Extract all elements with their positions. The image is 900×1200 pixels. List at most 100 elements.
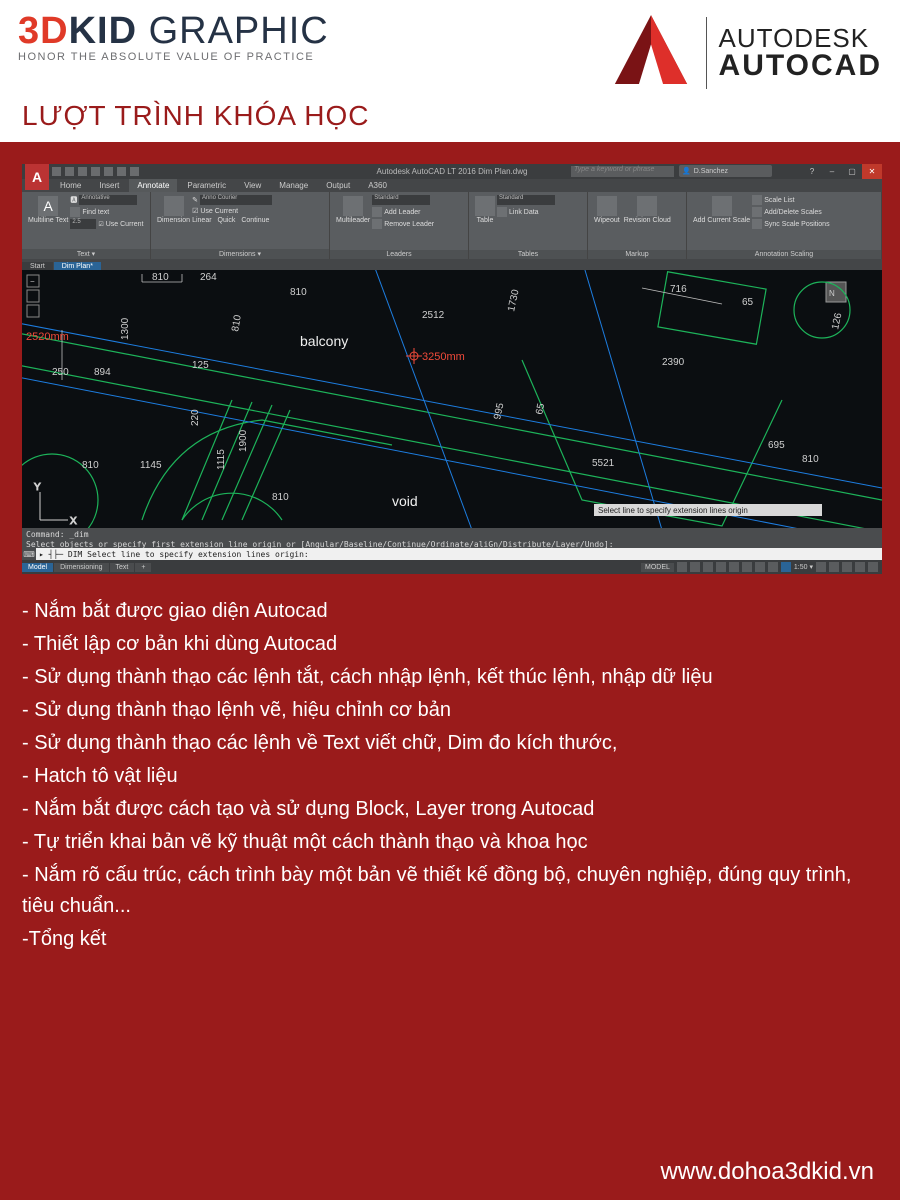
- help-button[interactable]: ?: [802, 164, 822, 179]
- table-style-dropdown[interactable]: Standard: [497, 194, 583, 206]
- otrack-toggle-icon[interactable]: [742, 562, 752, 572]
- drawing-tab-dimplan[interactable]: Dim Plan*: [54, 262, 101, 270]
- dimension-icon: [164, 196, 184, 216]
- dim-linear-button[interactable]: Linear: [192, 217, 211, 224]
- text-group-label[interactable]: Text ▾: [22, 249, 150, 259]
- remove-leader-button[interactable]: Remove Leader: [372, 218, 464, 230]
- svg-text:5521: 5521: [592, 458, 615, 469]
- isolate-icon[interactable]: [842, 562, 852, 572]
- tables-group-label: Tables: [469, 250, 587, 259]
- tab-manage[interactable]: Manage: [271, 179, 316, 192]
- sync-scale-button[interactable]: Sync Scale Positions: [752, 218, 877, 230]
- svg-text:894: 894: [94, 367, 111, 378]
- divider: [706, 17, 707, 89]
- minimize-button[interactable]: –: [822, 164, 842, 179]
- layout-tab-model[interactable]: Model: [22, 563, 53, 572]
- revision-cloud-button[interactable]: Revision Cloud: [622, 194, 673, 226]
- svg-text:void: void: [392, 493, 418, 509]
- list-item: - Tự triển khai bản vẽ kỹ thuật một cách…: [22, 827, 882, 858]
- dimensions-group-label[interactable]: Dimensions ▾: [151, 249, 329, 259]
- svg-text:810: 810: [802, 454, 819, 465]
- osnap-toggle-icon[interactable]: [729, 562, 739, 572]
- maximize-button[interactable]: ▢: [842, 164, 862, 179]
- lineweight-toggle-icon[interactable]: [755, 562, 765, 572]
- layout-tab-dimensioning[interactable]: Dimensioning: [54, 563, 108, 572]
- dim-use-current[interactable]: ☑Use Current: [192, 206, 325, 216]
- workspace-icon[interactable]: [816, 562, 826, 572]
- transparency-toggle-icon[interactable]: [768, 562, 778, 572]
- annotation-toggle-icon[interactable]: [781, 562, 791, 572]
- command-input[interactable]: ▸ ┤├─ DIM Select line to specify extensi…: [36, 548, 882, 560]
- drawing-canvas[interactable]: − N: [22, 270, 882, 528]
- table-button[interactable]: Table: [473, 194, 497, 226]
- link-data-icon: [497, 207, 507, 217]
- svg-text:695: 695: [768, 440, 785, 451]
- sync-icon: [752, 219, 762, 229]
- tab-parametric[interactable]: Parametric: [179, 179, 234, 192]
- cmd-line-1: Command: _dim: [26, 530, 878, 540]
- leader-style-dropdown[interactable]: Standard: [372, 194, 464, 206]
- anno-scale-button[interactable]: 1:50 ▾: [794, 563, 813, 571]
- multileader-button[interactable]: Multileader: [334, 194, 372, 230]
- status-model-button[interactable]: MODEL: [641, 563, 674, 572]
- user-menu[interactable]: 👤D.Sanchez: [679, 165, 772, 177]
- polar-toggle-icon[interactable]: [716, 562, 726, 572]
- layout-tab-add[interactable]: +: [135, 563, 151, 572]
- svg-text:810: 810: [82, 460, 99, 471]
- autodesk-label: AUTODESK: [719, 25, 882, 51]
- hardware-accel-icon[interactable]: [855, 562, 865, 572]
- list-item: - Nắm rõ cấu trúc, cách trình bày một bả…: [22, 860, 882, 922]
- scale-list-button[interactable]: Scale List: [752, 194, 877, 206]
- ribbon-group-markup: Wipeout Revision Cloud Markup: [588, 192, 687, 259]
- monitor-icon[interactable]: [829, 562, 839, 572]
- dim-style-dropdown[interactable]: ✎Anno Courier: [192, 194, 325, 206]
- wipeout-button[interactable]: Wipeout: [592, 194, 622, 226]
- dim-quick-button[interactable]: Quick: [218, 217, 236, 224]
- list-item: - Thiết lập cơ bản khi dùng Autocad: [22, 629, 882, 660]
- ribbon-group-leaders: Multileader Standard Add Leader Remove L…: [330, 192, 469, 259]
- tab-view[interactable]: View: [236, 179, 269, 192]
- add-current-scale-button[interactable]: Add Current Scale: [691, 194, 752, 230]
- tab-output[interactable]: Output: [318, 179, 358, 192]
- close-button[interactable]: ✕: [862, 164, 882, 179]
- status-right: MODEL 1:50 ▾: [641, 562, 882, 572]
- dimension-button[interactable]: Dimension: [155, 194, 192, 226]
- autodesk-logo-box: AUTODESK AUTOCAD: [608, 10, 882, 96]
- search-input[interactable]: Type a keyword or phrase: [571, 166, 674, 177]
- tab-a360[interactable]: A360: [360, 179, 395, 192]
- header: 3DKID GRAPHIC HONOR THE ABSOLUTE VALUE O…: [0, 0, 900, 96]
- add-leader-icon: [372, 207, 382, 217]
- svg-text:1730: 1730: [506, 288, 521, 312]
- svg-text:65: 65: [534, 402, 547, 416]
- layout-tab-text[interactable]: Text: [110, 563, 135, 572]
- link-data-button[interactable]: Link Data: [497, 206, 583, 218]
- text-icon: A: [38, 196, 58, 216]
- footer-url: www.dohoa3dkid.vn: [22, 1154, 882, 1190]
- tab-home[interactable]: Home: [52, 179, 89, 192]
- ortho-toggle-icon[interactable]: [703, 562, 713, 572]
- drawing-tab-start[interactable]: Start: [22, 262, 53, 270]
- ribbon-group-tables: Table Standard Link Data Tables: [469, 192, 588, 259]
- add-delete-scales-button[interactable]: Add/Delete Scales: [752, 206, 877, 218]
- multiline-text-button[interactable]: AMultiline Text: [26, 194, 70, 230]
- text-style-dropdown[interactable]: 🅰Annotative: [70, 194, 146, 206]
- find-text-button[interactable]: Find text: [70, 206, 146, 218]
- list-item: - Sử dụng thành thạo các lệnh tắt, cách …: [22, 662, 882, 693]
- ribbon: A Autodesk AutoCAD LT 2016 Dim Plan.dwg …: [22, 164, 882, 270]
- command-icon[interactable]: ⌨: [22, 548, 36, 560]
- add-scale-icon: [712, 196, 732, 216]
- dim-continue-button[interactable]: Continue: [241, 217, 269, 224]
- tab-annotate[interactable]: Annotate: [129, 179, 177, 192]
- svg-text:1300: 1300: [120, 317, 131, 340]
- clean-screen-icon[interactable]: [868, 562, 878, 572]
- tab-insert[interactable]: Insert: [91, 179, 127, 192]
- wipeout-icon: [597, 196, 617, 216]
- ribbon-tabs: Home Insert Annotate Parametric View Man…: [52, 179, 395, 192]
- text-height-dropdown[interactable]: 2.5☑Use Current: [70, 218, 146, 230]
- curriculum-list: - Nắm bắt được giao diện Autocad - Thiết…: [22, 596, 882, 957]
- grid-toggle-icon[interactable]: [677, 562, 687, 572]
- add-leader-button[interactable]: Add Leader: [372, 206, 464, 218]
- snap-toggle-icon[interactable]: [690, 562, 700, 572]
- autocad-label: AUTOCAD: [719, 51, 882, 81]
- svg-text:126: 126: [830, 312, 844, 331]
